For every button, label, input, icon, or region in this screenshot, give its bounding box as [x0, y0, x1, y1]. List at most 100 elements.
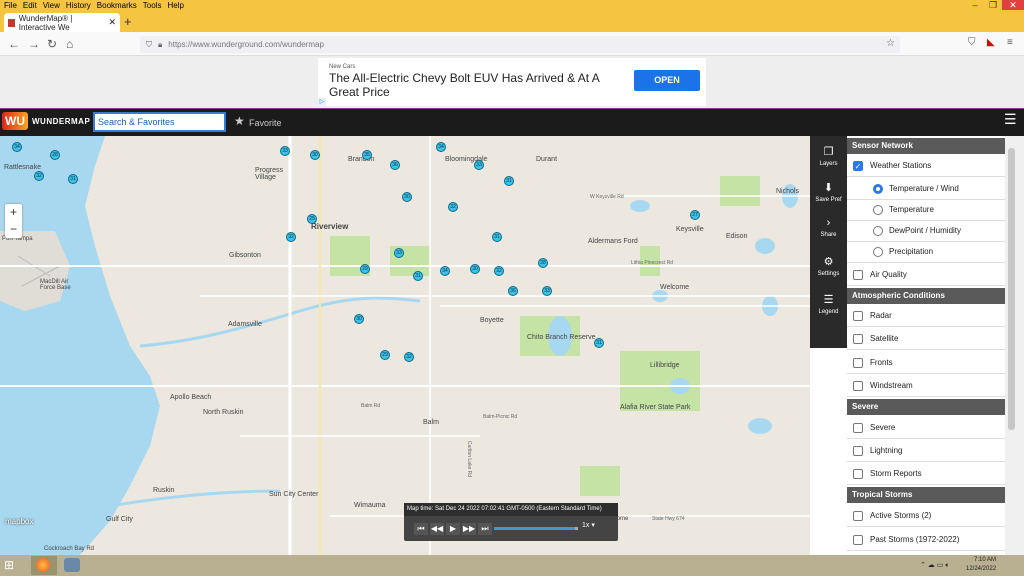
- past-storms-toggle[interactable]: Past Storms (1972-2022): [847, 529, 1005, 551]
- weather-station-marker[interactable]: 29: [380, 350, 390, 360]
- legend-button[interactable]: ☰ Legend: [810, 288, 847, 324]
- reload-icon[interactable]: ↻: [47, 37, 57, 51]
- taskbar-app-icon[interactable]: [64, 558, 80, 572]
- air-quality-toggle[interactable]: Air Quality: [847, 264, 1005, 286]
- home-icon[interactable]: ⌂: [66, 37, 73, 51]
- weather-station-marker[interactable]: 28: [538, 258, 548, 268]
- weather-station-marker[interactable]: 27: [690, 210, 700, 220]
- temperature-option[interactable]: Temperature: [847, 199, 1005, 221]
- weather-station-marker[interactable]: 32: [34, 171, 44, 181]
- dewpoint-option[interactable]: DewPoint / Humidity: [847, 220, 1005, 242]
- close-icon[interactable]: ✕: [1002, 0, 1024, 10]
- forward-icon[interactable]: →: [28, 37, 40, 51]
- weather-station-marker[interactable]: 28: [50, 150, 60, 160]
- search-input[interactable]: Search & Favorites: [93, 112, 226, 132]
- menu-history[interactable]: History: [66, 1, 91, 10]
- ad-open-button[interactable]: OPEN: [634, 70, 700, 91]
- shield-icon[interactable]: ⛉: [146, 40, 152, 50]
- skip-end-button[interactable]: ⏭: [478, 523, 492, 535]
- checkbox-icon[interactable]: [853, 357, 863, 368]
- weather-station-marker[interactable]: 33: [394, 248, 404, 258]
- weather-station-marker[interactable]: 31: [492, 232, 502, 242]
- address-bar[interactable]: ⛉ 🔒︎ https://www.wunderground.com/wunder…: [140, 36, 900, 53]
- weather-station-marker[interactable]: 25: [307, 214, 317, 224]
- weather-station-marker[interactable]: 34: [436, 142, 446, 152]
- weather-station-marker[interactable]: 31: [68, 174, 78, 184]
- weather-station-marker[interactable]: 32: [494, 266, 504, 276]
- checkbox-icon[interactable]: [853, 310, 863, 321]
- checkbox-icon[interactable]: [853, 333, 863, 344]
- ad-headline[interactable]: The All-Electric Chevy Bolt EUV Has Arri…: [329, 71, 609, 99]
- checkbox-icon[interactable]: [853, 534, 863, 545]
- checkbox-icon[interactable]: [853, 468, 863, 479]
- extension-icon[interactable]: ◣: [987, 37, 995, 48]
- lightning-toggle[interactable]: Lightning: [847, 440, 1005, 462]
- weather-station-marker[interactable]: 34: [12, 142, 22, 152]
- menu-edit[interactable]: Edit: [23, 1, 37, 10]
- save-pref-button[interactable]: ⬇ Save Pref: [810, 176, 847, 212]
- weather-station-marker[interactable]: 30: [402, 192, 412, 202]
- playback-progress[interactable]: [494, 527, 578, 530]
- step-back-button[interactable]: ◀◀: [430, 523, 444, 535]
- menu-tools[interactable]: Tools: [143, 1, 162, 10]
- temp-wind-option[interactable]: Temperature / Wind: [847, 178, 1005, 200]
- wu-logo[interactable]: WU: [2, 112, 28, 130]
- radio-icon[interactable]: [873, 204, 883, 215]
- weather-station-marker[interactable]: 36: [390, 160, 400, 170]
- favorite-label[interactable]: Favorite: [249, 118, 282, 128]
- layers-button[interactable]: ❐ Layers: [810, 140, 847, 176]
- weather-station-marker[interactable]: 31: [504, 176, 514, 186]
- radio-icon[interactable]: [873, 225, 883, 236]
- panel-scrollbar-thumb[interactable]: [1008, 148, 1015, 430]
- weather-station-marker[interactable]: 31: [594, 338, 604, 348]
- menu-file[interactable]: File: [4, 1, 17, 10]
- minimize-icon[interactable]: –: [966, 0, 984, 10]
- tab-close-icon[interactable]: ✕: [108, 17, 116, 28]
- mapbox-attribution[interactable]: mapbox: [5, 517, 33, 526]
- windows-start-icon[interactable]: ⊞: [4, 558, 14, 572]
- weather-station-marker[interactable]: 33: [542, 286, 552, 296]
- pocket-icon[interactable]: ⛉: [968, 37, 976, 48]
- back-icon[interactable]: ←: [8, 37, 20, 51]
- menu-icon[interactable]: ≡: [1007, 37, 1013, 48]
- weather-station-marker[interactable]: 33: [280, 146, 290, 156]
- menu-help[interactable]: Help: [167, 1, 183, 10]
- hamburger-icon[interactable]: ☰: [1004, 111, 1017, 128]
- weather-station-marker[interactable]: 35: [362, 150, 372, 160]
- weather-station-marker[interactable]: 30: [310, 150, 320, 160]
- weather-station-marker[interactable]: 33: [474, 160, 484, 170]
- radio-selected-icon[interactable]: [873, 183, 883, 194]
- zoom-in-button[interactable]: +: [5, 204, 22, 221]
- lock-icon[interactable]: 🔒︎: [158, 40, 162, 50]
- checkbox-checked-icon[interactable]: ✓: [853, 160, 863, 171]
- menu-bookmarks[interactable]: Bookmarks: [97, 1, 137, 10]
- step-forward-button[interactable]: ▶▶: [462, 523, 476, 535]
- radar-toggle[interactable]: Radar: [847, 305, 1005, 327]
- share-button[interactable]: › Share: [810, 212, 847, 248]
- radio-icon[interactable]: [873, 246, 883, 257]
- favorite-star-icon[interactable]: ★: [234, 114, 245, 128]
- menu-view[interactable]: View: [43, 1, 60, 10]
- system-tray-icons[interactable]: ⌃ ☁ ▭ 🔈︎: [920, 561, 950, 570]
- checkbox-icon[interactable]: [853, 422, 863, 433]
- weather-station-marker[interactable]: 31: [413, 271, 423, 281]
- weather-stations-toggle[interactable]: ✓ Weather Stations: [847, 155, 1005, 177]
- checkbox-icon[interactable]: [853, 380, 863, 391]
- windstream-toggle[interactable]: Windstream: [847, 375, 1005, 397]
- storm-reports-toggle[interactable]: Storm Reports: [847, 463, 1005, 485]
- play-button[interactable]: ▶: [446, 523, 460, 535]
- bookmark-star-icon[interactable]: ☆: [886, 38, 895, 49]
- restore-icon[interactable]: ❐: [984, 0, 1002, 10]
- ad-banner[interactable]: New Cars The All-Electric Chevy Bolt EUV…: [318, 58, 706, 106]
- active-storms-toggle[interactable]: Active Storms (2): [847, 505, 1005, 527]
- weather-station-marker[interactable]: 32: [448, 202, 458, 212]
- map-canvas[interactable]: Rattlesnake Progress Village Brandon Blo…: [0, 136, 810, 555]
- severe-toggle[interactable]: Severe: [847, 417, 1005, 439]
- adchoices-icon[interactable]: ▷: [318, 98, 326, 106]
- satellite-toggle[interactable]: Satellite: [847, 328, 1005, 350]
- taskbar-clock[interactable]: 7:10 AM 12/24/2022: [966, 556, 996, 574]
- weather-station-marker[interactable]: 36: [508, 286, 518, 296]
- zoom-out-button[interactable]: −: [5, 221, 22, 238]
- weather-station-marker[interactable]: 34: [440, 266, 450, 276]
- new-tab-icon[interactable]: +: [124, 14, 132, 29]
